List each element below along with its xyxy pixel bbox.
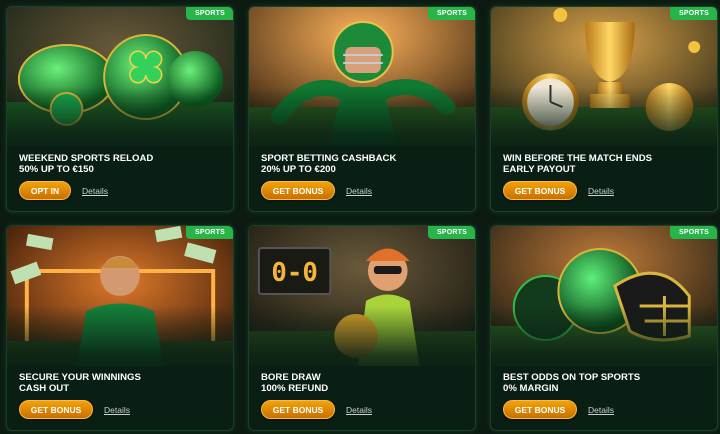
promo-actions: OPT IN Details <box>19 181 108 200</box>
sports-badge: SPORTS <box>670 7 717 20</box>
promo-card[interactable]: SPORTS WIN BEFORE THE MATCH ENDS EARLY P… <box>490 6 718 212</box>
sports-badge: SPORTS <box>428 7 475 20</box>
details-link[interactable]: Details <box>82 186 108 196</box>
promo-title: SECURE YOUR WINNINGS CASH OUT <box>19 372 223 394</box>
promo-card[interactable]: 0-0 SPORTS BORE DRAW 100% REFUND GET BON… <box>248 225 476 431</box>
sports-badge: SPORTS <box>186 7 233 20</box>
promo-title: SPORT BETTING CASHBACK 20% UP TO €200 <box>261 153 465 175</box>
image-fade <box>7 306 233 376</box>
get-bonus-button[interactable]: GET BONUS <box>261 400 335 419</box>
promo-title-line1: BORE DRAW <box>261 372 321 383</box>
sports-badge: SPORTS <box>428 226 475 239</box>
promo-card[interactable]: SPORTS SPORT BETTING CASHBACK 20% UP TO … <box>248 6 476 212</box>
image-fade <box>249 87 475 157</box>
promo-actions: GET BONUS Details <box>261 181 372 200</box>
details-link[interactable]: Details <box>588 405 614 415</box>
promo-title: WEEKEND SPORTS RELOAD 50% UP TO €150 <box>19 153 223 175</box>
promo-actions: GET BONUS Details <box>261 400 372 419</box>
get-bonus-button[interactable]: GET BONUS <box>503 181 577 200</box>
sports-badge: SPORTS <box>186 226 233 239</box>
get-bonus-button[interactable]: GET BONUS <box>19 400 93 419</box>
promo-title: BEST ODDS ON TOP SPORTS 0% MARGIN <box>503 372 707 394</box>
promo-title-line2: 20% UP TO €200 <box>261 164 336 175</box>
promo-card[interactable]: SPORTS SECURE YOUR WINNINGS CASH OUT GET… <box>6 225 234 431</box>
image-fade <box>491 306 717 376</box>
promo-title-line1: SPORT BETTING CASHBACK <box>261 153 397 164</box>
sports-badge: SPORTS <box>670 226 717 239</box>
details-link[interactable]: Details <box>346 186 372 196</box>
get-bonus-button[interactable]: GET BONUS <box>503 400 577 419</box>
image-fade <box>249 306 475 376</box>
promo-title-line1: SECURE YOUR WINNINGS <box>19 372 141 383</box>
promo-title: BORE DRAW 100% REFUND <box>261 372 465 394</box>
promo-title-line2: 50% UP TO €150 <box>19 164 94 175</box>
promo-actions: GET BONUS Details <box>503 181 614 200</box>
get-bonus-button[interactable]: GET BONUS <box>261 181 335 200</box>
promo-title-line1: WEEKEND SPORTS RELOAD <box>19 153 154 164</box>
promo-title-line1: BEST ODDS ON TOP SPORTS <box>503 372 641 383</box>
promo-title-line1: WIN BEFORE THE MATCH ENDS <box>503 153 653 164</box>
details-link[interactable]: Details <box>588 186 614 196</box>
promo-actions: GET BONUS Details <box>19 400 130 419</box>
details-link[interactable]: Details <box>346 405 372 415</box>
promo-card[interactable]: SPORTS WEEKEND SPORTS RELOAD 50% UP TO €… <box>6 6 234 212</box>
scoreboard-score: 0-0 <box>271 258 318 288</box>
promo-title-line2: EARLY PAYOUT <box>503 164 576 175</box>
promo-title-line2: 100% REFUND <box>261 383 329 394</box>
promotions-grid: SPORTS WEEKEND SPORTS RELOAD 50% UP TO €… <box>6 6 718 431</box>
image-fade <box>491 87 717 157</box>
promo-title: WIN BEFORE THE MATCH ENDS EARLY PAYOUT <box>503 153 707 175</box>
details-link[interactable]: Details <box>104 405 130 415</box>
promo-card[interactable]: SPORTS BEST ODDS ON TOP SPORTS 0% MARGIN… <box>490 225 718 431</box>
promo-title-line2: CASH OUT <box>19 383 70 394</box>
promo-title-line2: 0% MARGIN <box>503 383 559 394</box>
image-fade <box>7 87 233 157</box>
promo-actions: GET BONUS Details <box>503 400 614 419</box>
opt-in-button[interactable]: OPT IN <box>19 181 71 200</box>
